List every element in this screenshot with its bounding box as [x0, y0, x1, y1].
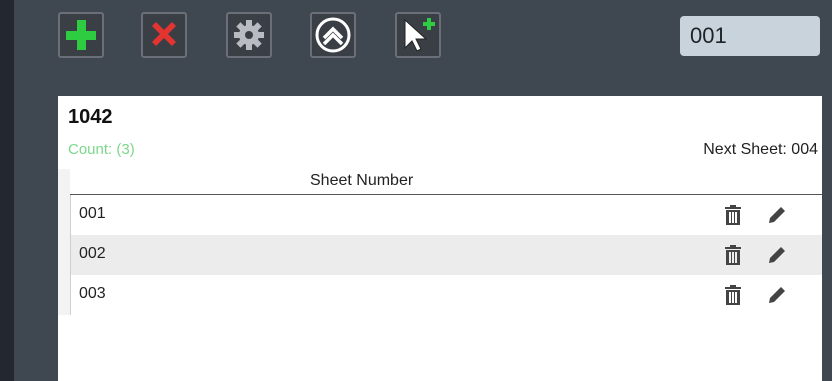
trash-icon[interactable] — [724, 245, 742, 265]
collapse-button[interactable] — [310, 12, 356, 58]
delete-button[interactable] — [141, 12, 187, 58]
count-label: Count: (3) — [68, 141, 135, 158]
column-header-sheet-number: Sheet Number — [310, 172, 414, 189]
add-button[interactable] — [58, 12, 104, 58]
left-edge — [0, 0, 14, 381]
table-row[interactable]: 001 — [70, 195, 822, 235]
plus-icon — [66, 20, 96, 50]
pencil-icon[interactable] — [767, 245, 787, 265]
sheet-number-cell: 001 — [79, 205, 106, 222]
chevron-up-icon — [315, 17, 351, 53]
settings-button[interactable] — [226, 12, 272, 58]
table-header[interactable]: Sheet Number — [70, 169, 822, 195]
x-icon — [152, 22, 176, 46]
gear-icon — [234, 20, 264, 50]
select-add-button[interactable] — [395, 12, 441, 58]
trash-icon[interactable] — [724, 285, 742, 305]
sheets-panel: 1042 Count: (3) Next Sheet: 004 Sheet Nu… — [58, 96, 822, 381]
cursor-plus-icon — [404, 18, 435, 52]
sheet-number-field[interactable] — [680, 16, 820, 56]
table-row[interactable]: 003 — [70, 275, 822, 315]
pencil-icon[interactable] — [767, 285, 787, 305]
next-sheet-label: Next Sheet: 004 — [703, 141, 818, 158]
sheet-number-cell: 002 — [79, 245, 106, 262]
panel-title: 1042 — [68, 106, 113, 128]
table-row[interactable]: 002 — [70, 235, 822, 275]
pencil-icon[interactable] — [767, 205, 787, 225]
trash-icon[interactable] — [724, 205, 742, 225]
row-selector-strip — [58, 169, 70, 315]
sheet-number-cell: 003 — [79, 285, 106, 302]
